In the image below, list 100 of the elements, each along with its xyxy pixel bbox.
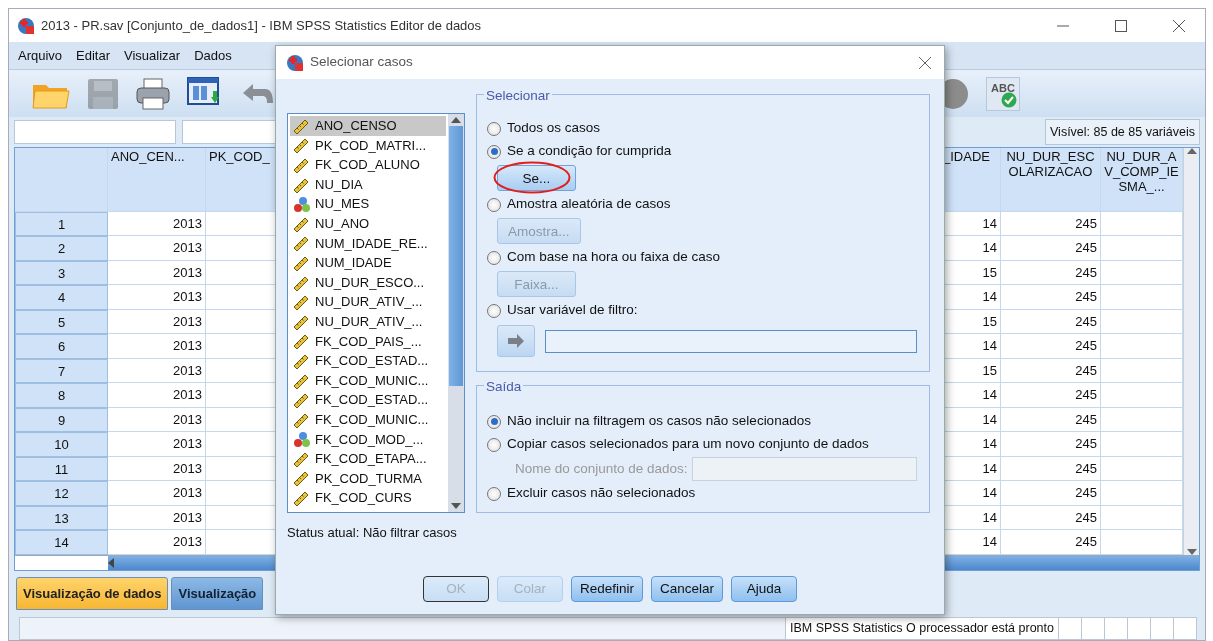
variable-name: NU_MES (315, 195, 370, 214)
table-cell: 245 (1001, 456, 1101, 482)
table-cell: 2013 (108, 334, 206, 359)
radio-label: Usar variável de filtro: (507, 301, 638, 320)
variable-item[interactable]: PK_COD_TURMA (290, 468, 446, 489)
variable-item[interactable]: NUM_IDADE (290, 253, 446, 273)
variable-name: FK_COD_PAIS_... (315, 332, 422, 351)
row-number[interactable]: 9 (15, 407, 108, 433)
filter-variable-field[interactable] (545, 329, 917, 353)
corner-header-cell[interactable] (15, 147, 108, 212)
variable-name: NU_DUR_ESCO... (315, 273, 425, 292)
radio-label: Não incluir na filtragem os casos não selecionados (507, 412, 811, 431)
row-number[interactable]: 13 (15, 505, 108, 531)
maximize-icon[interactable] (1113, 17, 1129, 34)
variable-item[interactable]: NU_ANO (290, 213, 446, 234)
close-icon[interactable] (1171, 17, 1187, 34)
move-button[interactable] (497, 325, 535, 357)
view-tab[interactable]: Visualização de dados (16, 576, 169, 611)
variable-item[interactable]: FK_COD_ESTAD... (290, 390, 446, 410)
dialog-button[interactable]: Ajuda (731, 576, 798, 602)
radio-button[interactable] (487, 303, 501, 318)
row-number[interactable]: 8 (15, 383, 108, 408)
radio-button[interactable] (487, 144, 501, 159)
variable-item[interactable]: FK_COD_PAIS_... (290, 331, 446, 352)
menu-item[interactable]: Visualizar (124, 46, 181, 66)
scroll-left-icon[interactable] (108, 557, 114, 568)
condition-button[interactable]: Se... (497, 165, 576, 191)
variable-item[interactable]: FK_COD_ETAPA... (290, 449, 446, 469)
app-icon (17, 16, 35, 35)
row-number[interactable]: 11 (15, 456, 108, 482)
variable-name: FK_COD_ESTAD... (315, 352, 429, 371)
radio-option[interactable]: Copiar casos selecionados para um novo conjunto de dados (487, 433, 917, 456)
radio-label: Copiar casos selecionados para um novo conjunto de dados (507, 435, 869, 454)
variable-item[interactable]: ANO_CENSO (290, 116, 446, 136)
row-number[interactable]: 12 (15, 481, 108, 506)
table-cell: 245 (1001, 334, 1101, 359)
ruler-icon (293, 234, 311, 253)
row-number[interactable]: 4 (15, 285, 108, 310)
column-header[interactable]: NU_DUR_ESCOLARIZACAO (1001, 147, 1101, 212)
variable-list[interactable] (287, 113, 465, 513)
radio-option[interactable]: Excluir casos não selecionados (487, 482, 917, 505)
variable-item[interactable]: NU_DUR_ATIV_... (290, 292, 446, 312)
column-header[interactable]: _IDADE (943, 147, 1001, 212)
menu-item[interactable]: Dados (194, 46, 232, 66)
row-number[interactable]: 3 (15, 260, 108, 286)
radio-option[interactable]: Usar variável de filtro: (487, 299, 917, 322)
app-icon (286, 53, 304, 72)
cell-name-field[interactable] (14, 120, 176, 145)
variable-item[interactable]: FK_COD_MUNIC... (290, 409, 446, 430)
radio-option[interactable]: Amostra aleatória de casos (487, 193, 917, 216)
table-cell: 2013 (108, 260, 206, 286)
table-cell: 2013 (108, 530, 206, 555)
row-number[interactable]: 10 (15, 432, 108, 457)
variable-name: FK_COD_CURS (315, 489, 412, 508)
status-text: Status atual: Não filtrar casos (287, 524, 458, 542)
variable-item[interactable]: FK_COD_CURS (290, 488, 446, 508)
dialog-button[interactable]: Cancelar (651, 576, 724, 602)
table-cell: 2013 (108, 236, 206, 261)
ruler-icon (293, 136, 311, 155)
radio-button[interactable] (487, 486, 501, 501)
variable-item[interactable]: FK_COD_ESTAD... (290, 351, 446, 371)
ruler-icon (293, 489, 311, 508)
radio-button[interactable] (487, 197, 501, 212)
table-cell: 245 (1001, 432, 1101, 457)
variable-item[interactable]: NUM_IDADE_RE... (290, 233, 446, 254)
radio-label: Excluir casos não selecionados (507, 484, 696, 503)
menu-item[interactable]: Editar (76, 46, 111, 66)
radio-button[interactable] (487, 250, 501, 265)
row-number[interactable]: 6 (15, 334, 108, 359)
row-number[interactable]: 14 (15, 530, 108, 555)
radio-option[interactable]: Não incluir na filtragem os casos não selecionados (487, 410, 917, 433)
table-cell: 245 (1001, 309, 1101, 335)
view-tab[interactable]: Visualização (171, 576, 264, 611)
radio-button[interactable] (487, 121, 501, 136)
close-icon[interactable] (918, 55, 932, 70)
radio-option[interactable]: Se a condição for cumprida (487, 140, 917, 163)
radio-button[interactable] (487, 414, 501, 429)
column-header[interactable]: ANO_CEN... (108, 147, 206, 212)
radio-button[interactable] (487, 437, 501, 452)
variable-name: FK_COD_ETAPA... (315, 450, 427, 469)
list-scrollbar[interactable] (448, 114, 464, 512)
row-number[interactable]: 2 (15, 236, 108, 261)
scroll-down-icon[interactable] (451, 503, 461, 509)
printer-icon[interactable] (135, 76, 171, 111)
variable-item[interactable]: FK_COD_MUNIC... (290, 370, 446, 391)
variable-item[interactable]: NU_DUR_ATIV_... (290, 311, 446, 332)
radio-option[interactable]: Com base na hora ou faixa de caso (487, 246, 917, 269)
row-number[interactable]: 1 (15, 211, 108, 237)
variable-item[interactable]: FK_COD_MOD_... (290, 429, 446, 450)
variable-item[interactable]: NU_DUR_ESCO... (290, 272, 446, 293)
menu-item[interactable]: Arquivo (18, 46, 63, 66)
radio-option[interactable]: Todos os casos (487, 117, 917, 140)
spell-check-button[interactable]: ABC (986, 76, 1020, 111)
variable-name: NU_DUR_ATIV_... (315, 313, 423, 331)
variable-name: FK_COD_ESTAD... (315, 391, 429, 410)
vertical-scrollbar[interactable] (1183, 147, 1199, 555)
row-number[interactable]: 5 (15, 309, 108, 335)
column-header[interactable]: NU_DUR_AV_COMP_IESMA_... (1101, 147, 1183, 212)
row-number[interactable]: 7 (15, 358, 108, 384)
dialog-button[interactable]: Redefinir (570, 576, 643, 602)
